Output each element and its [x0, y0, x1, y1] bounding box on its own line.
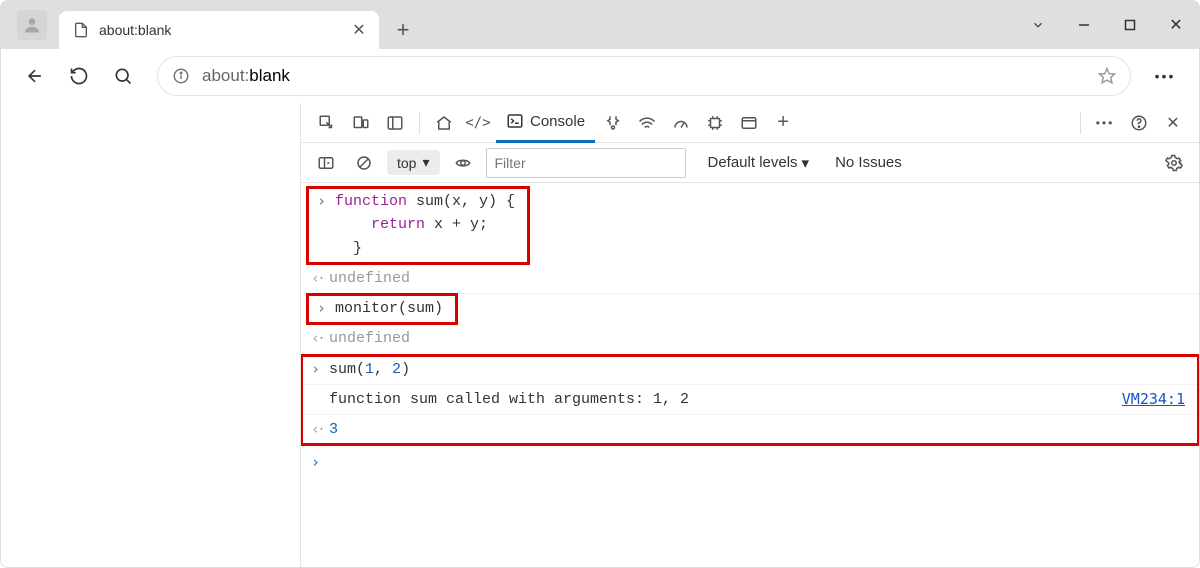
console-settings-icon[interactable]: [1159, 148, 1189, 178]
caret-down-icon: ▾: [422, 154, 429, 171]
console-log-area[interactable]: function sum(x, y) { return x + y; } unde…: [301, 183, 1199, 567]
input-marker: [317, 297, 335, 320]
source-link[interactable]: VM234:1: [1122, 388, 1185, 411]
page-icon: [73, 22, 89, 38]
memory-tab-icon[interactable]: [699, 107, 731, 139]
toggle-sidebar-icon[interactable]: [311, 148, 341, 178]
performance-tab-icon[interactable]: [665, 107, 697, 139]
url-text: about:blank: [202, 66, 290, 86]
context-label: top: [397, 155, 416, 171]
more-tabs-icon[interactable]: +: [767, 107, 799, 139]
console-tab-label: Console: [530, 113, 585, 130]
inspect-icon[interactable]: [311, 107, 343, 139]
devtools-panel: </> Console + ••• ✕: [301, 103, 1199, 567]
output-marker: [311, 418, 329, 441]
console-output: function sum called with arguments: 1, 2: [329, 388, 1122, 411]
welcome-tab-icon[interactable]: [428, 107, 460, 139]
elements-tab-icon[interactable]: </>: [462, 107, 494, 139]
output-marker: [311, 327, 329, 350]
devtools-close-icon[interactable]: ✕: [1157, 107, 1189, 139]
site-info-icon[interactable]: [172, 67, 190, 85]
console-row: undefined: [301, 264, 1199, 294]
dock-side-icon[interactable]: [379, 107, 411, 139]
browser-tab[interactable]: about:blank ✕: [59, 11, 379, 49]
console-output: undefined: [329, 327, 1185, 350]
favorite-icon[interactable]: [1098, 67, 1116, 85]
browser-titlebar: about:blank ✕ + ✕: [1, 1, 1199, 49]
log-levels[interactable]: Default levels ▾: [708, 154, 810, 172]
input-marker: [317, 190, 335, 213]
console-input-code: monitor(sum): [335, 297, 443, 320]
console-output: undefined: [329, 267, 1185, 290]
back-button[interactable]: [15, 56, 55, 96]
console-row: monitor(sum): [307, 294, 457, 324]
console-row: function sum called with arguments: 1, 2…: [301, 385, 1199, 415]
live-expression-icon[interactable]: [448, 148, 478, 178]
device-toggle-icon[interactable]: [345, 107, 377, 139]
console-row: undefined: [301, 324, 1199, 354]
help-icon[interactable]: [1123, 107, 1155, 139]
network-tab-icon[interactable]: [631, 107, 663, 139]
tab-close-icon[interactable]: ✕: [351, 20, 367, 40]
devtools-tabbar: </> Console + ••• ✕: [301, 103, 1199, 143]
page-content: [1, 103, 301, 567]
sources-tab-icon[interactable]: [597, 107, 629, 139]
search-button[interactable]: [103, 56, 143, 96]
reload-button[interactable]: [59, 56, 99, 96]
issues-status[interactable]: No Issues: [835, 154, 902, 171]
profile-avatar[interactable]: [17, 10, 47, 40]
window-close-button[interactable]: ✕: [1153, 1, 1199, 49]
console-output: 3: [329, 418, 1185, 441]
output-marker: [311, 267, 329, 290]
more-icon[interactable]: •••: [1145, 56, 1185, 96]
window-minimize-button[interactable]: [1061, 1, 1107, 49]
tab-title: about:blank: [99, 22, 351, 38]
input-marker: [311, 358, 329, 381]
console-toolbar: top ▾ Default levels ▾ No Issues: [301, 143, 1199, 183]
devtools-more-icon[interactable]: •••: [1089, 107, 1121, 139]
caret-down-icon: ▾: [802, 154, 810, 172]
filter-input[interactable]: [486, 148, 686, 178]
address-bar[interactable]: about:blank: [157, 56, 1131, 96]
console-row: 3: [301, 415, 1199, 445]
console-row: function sum(x, y) { return x + y; }: [307, 187, 529, 264]
console-row: sum(1, 2): [301, 355, 1199, 385]
chevron-down-icon[interactable]: [1015, 1, 1061, 49]
application-tab-icon[interactable]: [733, 107, 765, 139]
console-prompt[interactable]: [301, 445, 1199, 480]
clear-console-icon[interactable]: [349, 148, 379, 178]
console-tab[interactable]: Console: [496, 103, 595, 143]
console-input-code: sum(1, 2): [329, 358, 1185, 381]
window-maximize-button[interactable]: [1107, 1, 1153, 49]
new-tab-button[interactable]: +: [385, 11, 421, 49]
console-input-code: function sum(x, y) { return x + y; }: [335, 190, 515, 260]
context-selector[interactable]: top ▾: [387, 150, 440, 175]
browser-toolbar: about:blank •••: [1, 49, 1199, 103]
